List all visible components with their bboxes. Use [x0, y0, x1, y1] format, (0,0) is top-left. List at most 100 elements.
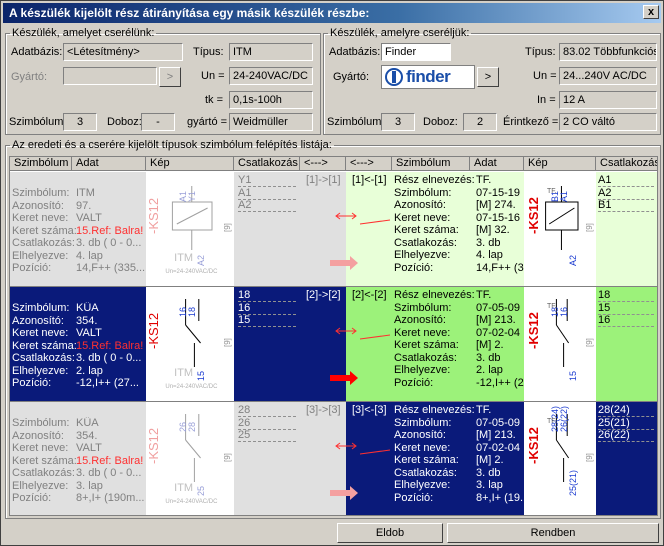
- right-field-value: 07-05-09: [476, 301, 521, 314]
- finder-logo: finder: [381, 65, 475, 89]
- left-field-label: Keret neve:: [12, 442, 69, 454]
- right-connection-value: 15: [598, 302, 654, 315]
- column-header[interactable]: Adat: [470, 157, 524, 171]
- target-in-label: In =: [537, 94, 556, 106]
- source-tk-field[interactable]: 0,1s-100h: [229, 91, 313, 109]
- right-field-label: Elhelyezve:: [394, 364, 451, 376]
- symbol-tag-label: -KS12: [526, 427, 541, 464]
- symbol-name-label: ITM: [174, 482, 194, 494]
- target-db-field[interactable]: Finder: [381, 43, 451, 61]
- left-connection-value: 15: [238, 314, 296, 327]
- right-field-value: [M] 274.: [476, 199, 516, 211]
- column-header[interactable]: Kép: [146, 157, 234, 171]
- source-symbol-label: Szimbólum:: [9, 116, 67, 128]
- source-db-label: Adatbázis:: [11, 46, 63, 58]
- left-field-label: Keret neve:: [12, 212, 69, 224]
- ok-button[interactable]: Rendben: [447, 523, 659, 543]
- left-field-label: Elhelyezve:: [12, 364, 69, 377]
- source-maker-eq-label: gyártó =: [187, 116, 228, 128]
- left-field-value: 3. db ( 0 - 0...: [76, 352, 142, 364]
- target-symbol-label: Szimbólum:: [327, 116, 385, 128]
- right-connection-value: A2: [598, 187, 654, 200]
- source-maker-button[interactable]: >: [159, 67, 181, 87]
- column-header[interactable]: Csatlakozás: [234, 157, 300, 171]
- right-connection-value: 16: [598, 314, 654, 327]
- target-un-field[interactable]: 24...240V AC/DC: [559, 67, 657, 85]
- column-header[interactable]: Adat: [72, 157, 146, 171]
- right-field-label: Szimbólum:: [394, 186, 452, 199]
- column-header[interactable]: <--->: [300, 157, 346, 171]
- target-contact-field: 2 CO váltó: [559, 113, 657, 131]
- symbol-tag-label: -KS12: [146, 312, 161, 349]
- target-maker-button[interactable]: >: [477, 67, 499, 87]
- left-field-value: VALT: [76, 212, 102, 224]
- left-field-value: 354.: [76, 314, 98, 327]
- left-connection-value: A2: [238, 199, 296, 212]
- symbol-terminal-label: [9]: [585, 223, 594, 232]
- left-field-label: Keret száma:: [12, 454, 77, 467]
- right-field-value: 4. lap: [476, 249, 503, 261]
- dialog-window: A készülék kijelölt rész átirányítása eg…: [0, 0, 664, 546]
- right-symbol-picture[interactable]: -KS12 28(24) 26(22) 25(21) [9] TF.: [524, 402, 596, 515]
- symbol-pin-label: 18: [186, 306, 197, 317]
- source-box-label: Doboz:: [107, 116, 142, 128]
- right-field-value: 07-02-04: [476, 441, 521, 454]
- right-field-value: [M] 32.: [476, 224, 510, 236]
- right-connection-value: 25(21): [598, 417, 654, 430]
- symbol-name-label: ITM: [174, 252, 194, 264]
- symbol-pin-label: 15: [568, 370, 579, 381]
- left-field-value: -12,I++ (27...: [76, 377, 139, 389]
- left-symbol-picture[interactable]: -KS12 16 18 15 [9] ITM Un=24-240VAC/DC: [146, 287, 234, 402]
- column-header[interactable]: <--->: [346, 157, 392, 171]
- discard-button[interactable]: Eldob: [337, 523, 443, 543]
- source-type-field[interactable]: ITM: [229, 43, 313, 61]
- symbol-tag-label: -KS12: [146, 427, 161, 464]
- symbol-pin-label: A2: [568, 254, 579, 266]
- symbol-pin-label: A2: [195, 254, 206, 266]
- right-field-label: Szimbólum:: [394, 301, 452, 314]
- finder-logo-icon: [385, 68, 403, 86]
- close-button[interactable]: x: [643, 5, 659, 19]
- target-type-label: Típus:: [525, 46, 556, 58]
- right-field-value: TF.: [476, 289, 492, 301]
- target-box-field: 2: [463, 113, 497, 131]
- left-symbol-picture[interactable]: -KS12 A1 Y1 A2 [9] ITM Un=24-240VAC/DC: [146, 172, 234, 287]
- left-field-label: Szimbólum:: [12, 187, 70, 199]
- mapping-arrow-icon: [330, 327, 391, 385]
- symbol-spec-label: Un=24-240VAC/DC: [165, 499, 218, 505]
- symbol-tag-label: -KS12: [526, 197, 541, 234]
- right-field-value: 3. lap: [476, 479, 503, 491]
- right-field-label: Csatlakozás:: [394, 351, 457, 364]
- right-field-label: Pozíció:: [394, 376, 434, 389]
- left-field-label: Pozíció:: [12, 377, 52, 389]
- source-db-field[interactable]: <Létesítmény>: [63, 43, 183, 61]
- column-header[interactable]: Szimbólum: [10, 157, 72, 171]
- right-field-label: Keret száma:: [394, 224, 459, 236]
- left-connection-value: 16: [238, 302, 296, 315]
- column-header[interactable]: Csatlakozás: [596, 157, 657, 171]
- target-in-field[interactable]: 12 A: [559, 91, 657, 109]
- left-field-label: Azonosító:: [12, 199, 64, 212]
- right-field-value: 07-15-16: [476, 211, 521, 224]
- column-header[interactable]: Kép: [524, 157, 596, 171]
- left-field-label: Pozíció:: [12, 492, 52, 504]
- right-field-label: Csatlakozás:: [394, 236, 457, 249]
- symbol-name-label: TF.: [547, 418, 557, 425]
- target-type-field[interactable]: 83.02 Többfunkciós: [559, 43, 657, 61]
- left-connection-value: 28: [238, 404, 296, 417]
- column-header[interactable]: Szimbólum: [392, 157, 470, 171]
- right-symbol-picture[interactable]: -KS12 18 16 15 [9] TF.: [524, 287, 596, 402]
- right-symbol-picture[interactable]: -KS12 B1 A1 A2 [9] TF.: [524, 172, 596, 287]
- left-field-label: Azonosító:: [12, 429, 64, 442]
- symbol-list-grid[interactable]: Szimbólum Adat Kép Csatlakozás <---> <---> Szi…: [9, 156, 658, 516]
- left-connection-value: 26: [238, 417, 296, 430]
- right-field-label: Elhelyezve:: [394, 249, 451, 261]
- left-symbol-picture[interactable]: -KS12 26 28 25 [9] ITM Un=24-240VAC/DC: [146, 402, 234, 515]
- left-field-label: Keret neve:: [12, 327, 69, 339]
- symbol-spec-label: Un=24-240VAC/DC: [165, 384, 218, 390]
- source-un-field[interactable]: 24-240VAC/DC: [229, 67, 313, 85]
- right-field-label: Keret neve:: [394, 326, 451, 339]
- symbol-tag-label: -KS12: [526, 312, 541, 349]
- symbol-pin-label: Y1: [186, 190, 197, 202]
- symbol-pin-label: 16: [559, 306, 570, 317]
